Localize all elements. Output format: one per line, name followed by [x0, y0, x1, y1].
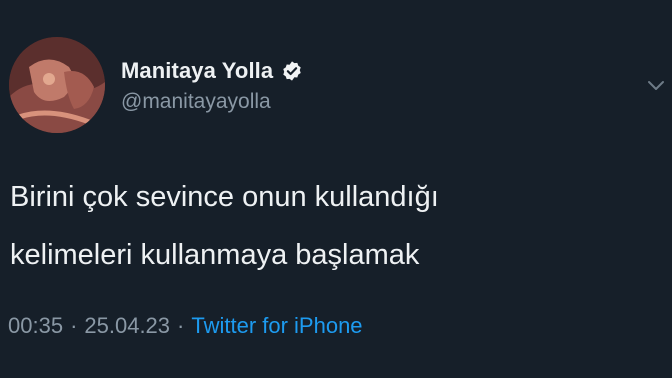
author-handle[interactable]: @manitayayolla [121, 90, 271, 114]
avatar[interactable] [9, 37, 105, 133]
tweet-text: Birini çok sevince onun kullandığı kelim… [10, 168, 650, 284]
tweet-source-link[interactable]: Twitter for iPhone [191, 313, 362, 338]
meta-separator: · [177, 313, 185, 338]
tweet-card: Manitaya Yolla @manitayayolla Birini çok… [0, 0, 672, 378]
tweet-meta: 00:35 · 25.04.23 · Twitter for iPhone [8, 313, 363, 339]
tweet-text-line: kelimeleri kullanmaya başlamak [10, 239, 420, 271]
verified-badge-icon [283, 61, 301, 81]
avatar-image [9, 37, 105, 133]
tweet-text-line: Birini çok sevince onun kullandığı [10, 181, 439, 213]
tweet-date[interactable]: 25.04.23 [84, 313, 170, 338]
chevron-down-icon[interactable] [646, 78, 666, 92]
author-name-row[interactable]: Manitaya Yolla [121, 56, 303, 86]
meta-separator: · [70, 313, 78, 338]
display-name[interactable]: Manitaya Yolla [121, 58, 273, 84]
tweet-time[interactable]: 00:35 [8, 313, 63, 338]
